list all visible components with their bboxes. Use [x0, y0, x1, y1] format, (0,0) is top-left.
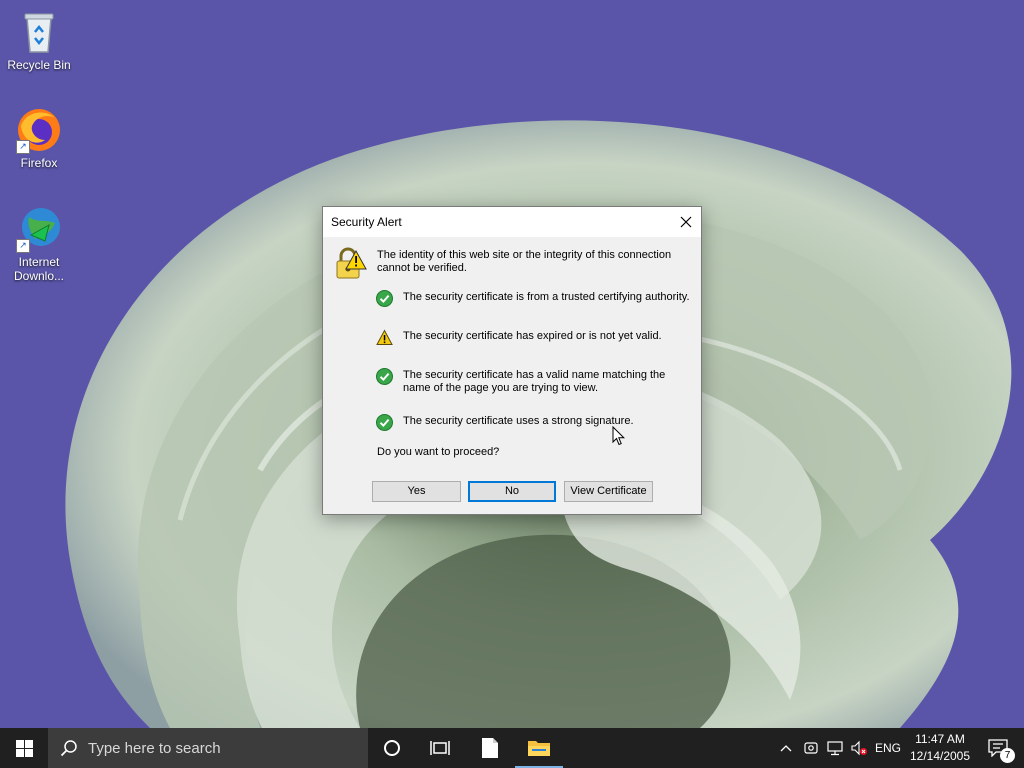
- desktop-icon-label: Firefox: [20, 156, 58, 170]
- internet-download-manager-icon: ↗: [15, 205, 63, 253]
- task-view-icon: [430, 741, 450, 755]
- search-placeholder: Type here to search: [88, 739, 221, 757]
- yes-button[interactable]: Yes: [372, 481, 461, 502]
- shortcut-arrow-icon: ↗: [16, 239, 30, 253]
- taskbar-clock[interactable]: 11:47 AM 12/14/2005: [904, 731, 976, 765]
- cortana-button[interactable]: [368, 728, 416, 768]
- network-icon: [827, 741, 843, 756]
- clock-date: 12/14/2005: [909, 749, 971, 763]
- close-button[interactable]: [671, 207, 701, 237]
- windows-logo-icon: [15, 739, 33, 757]
- desktop-icon-recycle-bin[interactable]: Recycle Bin: [1, 8, 77, 72]
- certificate-check-row: The security certificate has a valid nam…: [376, 368, 694, 395]
- tray-volume-button[interactable]: [848, 728, 870, 768]
- dialog-titlebar[interactable]: Security Alert: [323, 207, 701, 237]
- desktop-icon-label: Internet Downlo...: [13, 255, 65, 283]
- check-text: The security certificate is from a trust…: [403, 291, 690, 303]
- no-button[interactable]: No: [468, 481, 556, 502]
- check-text: The security certificate has expired or …: [403, 330, 662, 342]
- search-icon: [60, 740, 77, 757]
- action-center-button[interactable]: 7: [978, 728, 1018, 768]
- tray-network-button[interactable]: [824, 728, 846, 768]
- mouse-cursor-icon: [612, 426, 626, 446]
- check-ok-icon: [376, 368, 393, 385]
- firefox-icon: ↗: [15, 106, 63, 154]
- task-view-button[interactable]: [416, 728, 464, 768]
- certificate-check-row: The security certificate is from a trust…: [376, 290, 694, 307]
- tray-meet-now-button[interactable]: [800, 728, 822, 768]
- taskbar: Type here to search ENG 11:47 AM 12/14/2…: [0, 728, 1024, 768]
- input-language-indicator[interactable]: ENG: [872, 728, 904, 768]
- taskbar-search-box[interactable]: Type here to search: [48, 728, 368, 768]
- shortcut-arrow-icon: ↗: [16, 140, 30, 154]
- check-text: The security certificate uses a strong s…: [403, 415, 634, 427]
- file-explorer-icon: [528, 741, 550, 756]
- document-icon: [482, 738, 498, 758]
- padlock-warning-icon: [336, 247, 367, 279]
- dialog-title: Security Alert: [331, 215, 402, 229]
- chevron-up-icon: [780, 745, 792, 752]
- security-alert-dialog: Security Alert The identity of this web …: [322, 206, 702, 515]
- certificate-check-row: The security certificate uses a strong s…: [376, 414, 694, 431]
- check-ok-icon: [376, 414, 393, 431]
- clock-time: 11:47 AM: [915, 732, 965, 746]
- check-ok-icon: [376, 290, 393, 307]
- meet-now-icon: [804, 742, 818, 754]
- cortana-circle-icon: [384, 740, 400, 756]
- desktop-icon-firefox[interactable]: ↗ Firefox: [1, 106, 77, 170]
- notification-count-badge: 7: [1000, 748, 1015, 763]
- show-hidden-icons-button[interactable]: [776, 728, 796, 768]
- proceed-question: Do you want to proceed?: [377, 446, 500, 458]
- desktop-icon-label: Recycle Bin: [7, 58, 71, 72]
- view-certificate-button[interactable]: View Certificate: [564, 481, 653, 502]
- desktop-icon-internet-download-manager[interactable]: ↗ Internet Downlo...: [1, 205, 77, 283]
- check-text: The security certificate has a valid nam…: [403, 369, 666, 394]
- recycle-bin-icon: [15, 8, 63, 56]
- start-button[interactable]: [0, 728, 48, 768]
- close-icon: [680, 216, 692, 228]
- certificate-check-row: The security certificate has expired or …: [376, 329, 694, 346]
- intro-text: The identity of this web site or the int…: [377, 249, 672, 274]
- volume-muted-icon: [851, 740, 867, 756]
- warning-icon: [376, 329, 393, 345]
- taskbar-app-file-explorer[interactable]: [515, 728, 563, 768]
- taskbar-app-notepad[interactable]: [466, 728, 514, 768]
